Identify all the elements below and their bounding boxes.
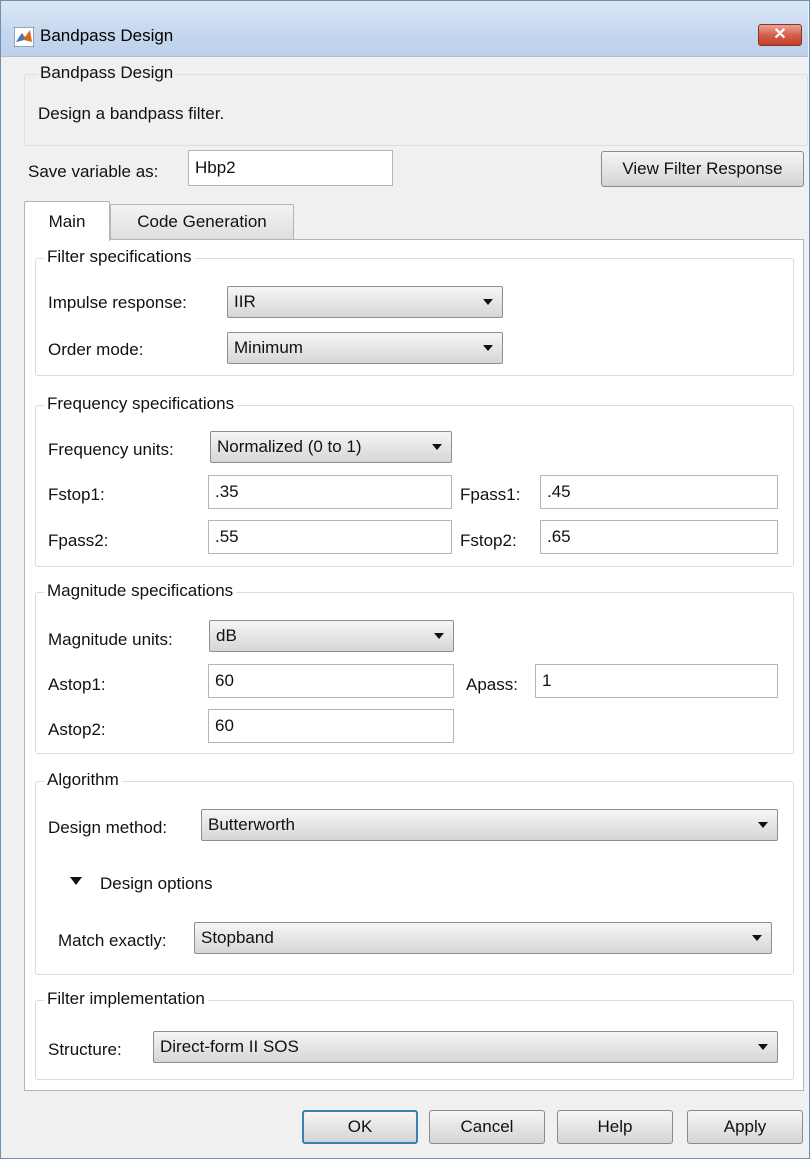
astop2-input[interactable]: 60 xyxy=(208,709,454,743)
chevron-down-icon xyxy=(483,345,493,351)
structure-dropdown[interactable]: Direct-form II SOS xyxy=(153,1031,778,1063)
fstop1-input[interactable]: .35 xyxy=(208,475,452,509)
apply-button[interactable]: Apply xyxy=(687,1110,803,1144)
impulse-response-label: Impulse response: xyxy=(48,293,187,312)
save-variable-input[interactable]: Hbp2 xyxy=(188,150,393,186)
fpass1-label: Fpass1: xyxy=(460,485,521,504)
chevron-down-icon xyxy=(758,1044,768,1050)
algorithm-title: Algorithm xyxy=(44,770,122,790)
fstop2-input[interactable]: .65 xyxy=(540,520,778,554)
design-options-toggle[interactable]: Design options xyxy=(100,874,212,894)
fpass2-label: Fpass2: xyxy=(48,531,109,550)
design-method-label: Design method: xyxy=(48,818,168,837)
frequency-units-value: Normalized (0 to 1) xyxy=(217,437,362,456)
disclosure-triangle-icon[interactable] xyxy=(70,877,82,885)
tab-code-generation[interactable]: Code Generation xyxy=(110,204,294,239)
design-method-dropdown[interactable]: Butterworth xyxy=(201,809,778,841)
magnitude-units-value: dB xyxy=(216,626,237,645)
close-button[interactable]: ✕ xyxy=(758,24,802,46)
order-mode-dropdown[interactable]: Minimum xyxy=(227,332,503,364)
magnitude-specifications-title: Magnitude specifications xyxy=(44,581,237,601)
astop2-label: Astop2: xyxy=(48,720,106,739)
ok-button[interactable]: OK xyxy=(302,1110,418,1144)
fstop2-label: Fstop2: xyxy=(460,531,517,550)
close-icon: ✕ xyxy=(773,26,787,43)
fpass2-input[interactable]: .55 xyxy=(208,520,452,554)
save-variable-label: Save variable as: xyxy=(28,162,159,181)
chevron-down-icon xyxy=(432,444,442,450)
fpass1-input[interactable]: .45 xyxy=(540,475,778,509)
match-exactly-dropdown[interactable]: Stopband xyxy=(194,922,772,954)
chevron-down-icon xyxy=(752,935,762,941)
window-title: Bandpass Design xyxy=(40,26,174,45)
match-exactly-value: Stopband xyxy=(201,928,274,947)
frequency-specifications-title: Frequency specifications xyxy=(44,394,238,414)
magnitude-units-dropdown[interactable]: dB xyxy=(209,620,454,652)
matlab-logo-icon xyxy=(14,27,34,47)
description-text: Design a bandpass filter. xyxy=(38,104,225,123)
view-filter-response-button[interactable]: View Filter Response xyxy=(601,151,804,187)
order-mode-value: Minimum xyxy=(234,338,303,357)
filter-implementation-title: Filter implementation xyxy=(44,989,208,1009)
apass-input[interactable]: 1 xyxy=(535,664,778,698)
chevron-down-icon xyxy=(434,633,444,639)
description-title: Bandpass Design xyxy=(38,63,176,83)
astop1-label: Astop1: xyxy=(48,675,106,694)
structure-label: Structure: xyxy=(48,1040,122,1059)
chevron-down-icon xyxy=(483,299,493,305)
order-mode-label: Order mode: xyxy=(48,340,144,359)
structure-value: Direct-form II SOS xyxy=(160,1037,299,1056)
tab-main[interactable]: Main xyxy=(24,201,110,241)
astop1-input[interactable]: 60 xyxy=(208,664,454,698)
impulse-response-value: IIR xyxy=(234,292,256,311)
fstop1-label: Fstop1: xyxy=(48,485,105,504)
chevron-down-icon xyxy=(758,822,768,828)
impulse-response-dropdown[interactable]: IIR xyxy=(227,286,503,318)
cancel-button[interactable]: Cancel xyxy=(429,1110,545,1144)
magnitude-units-label: Magnitude units: xyxy=(48,630,173,649)
help-button[interactable]: Help xyxy=(557,1110,673,1144)
filter-specifications-title: Filter specifications xyxy=(44,247,195,267)
frequency-units-dropdown[interactable]: Normalized (0 to 1) xyxy=(210,431,452,463)
match-exactly-label: Match exactly: xyxy=(58,931,167,950)
apass-label: Apass: xyxy=(466,675,518,694)
frequency-units-label: Frequency units: xyxy=(48,440,174,459)
design-method-value: Butterworth xyxy=(208,815,295,834)
